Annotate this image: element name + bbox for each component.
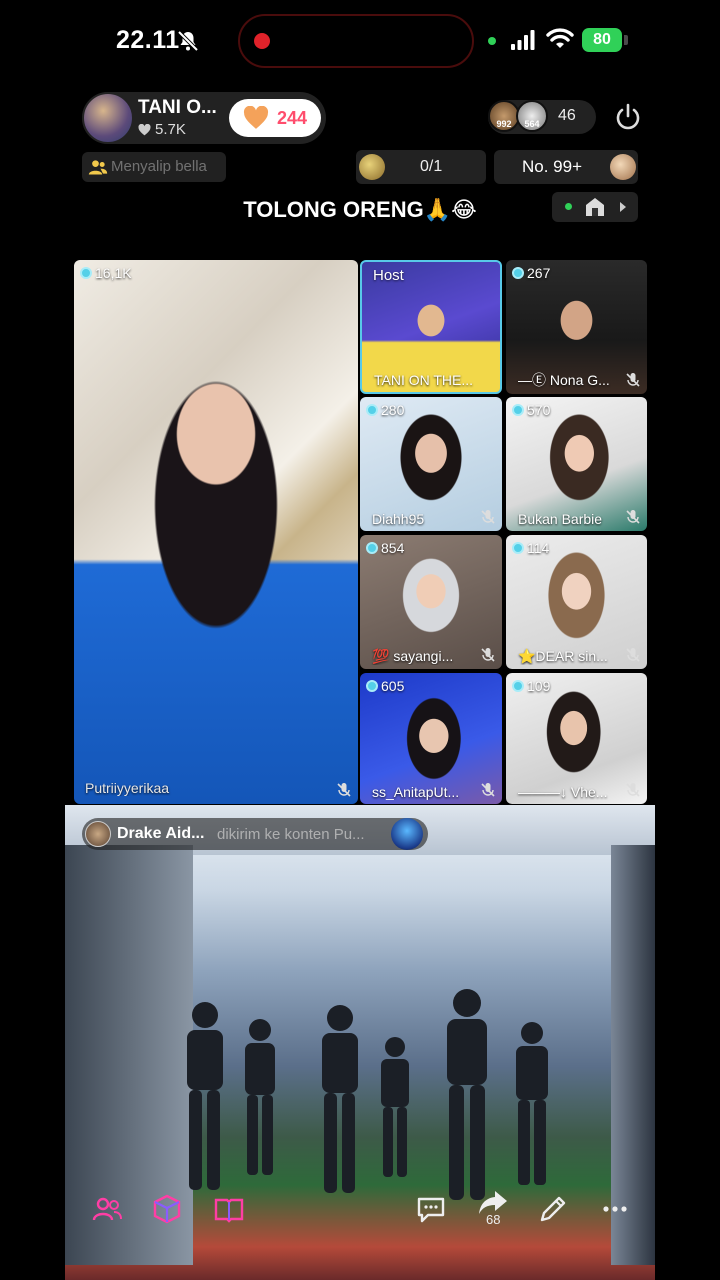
eye-icon <box>512 267 524 279</box>
guest-tile[interactable]: 109 ———↓ Vhe... <box>506 673 647 804</box>
power-icon[interactable] <box>612 101 644 133</box>
tile-name: Putriiyyerikaa <box>85 780 170 796</box>
like-button[interactable]: 244 <box>229 99 321 137</box>
heart-icon <box>243 106 269 129</box>
home-icon <box>586 198 604 216</box>
guest-tile[interactable]: 854 💯 sayangi... <box>360 535 502 669</box>
eye-icon <box>512 404 524 416</box>
mic-off-icon <box>626 648 640 662</box>
gift-icon <box>391 818 423 850</box>
tile-viewer-badge: 109 <box>512 678 550 694</box>
guest-tile-main[interactable]: 16,1K Putriiyyerikaa <box>74 260 358 804</box>
signal-icon <box>511 30 535 50</box>
comment-avatar[interactable] <box>85 821 111 847</box>
viewer-count[interactable]: 46 <box>558 107 576 125</box>
status-time: 22.11 <box>116 26 180 54</box>
live-status-dot <box>565 203 572 210</box>
mic-off-icon <box>626 510 640 524</box>
guest-tile[interactable]: 605 ss_AnitapUt... <box>360 673 502 804</box>
people-icon <box>88 160 108 175</box>
eye-icon <box>366 404 378 416</box>
more-icon[interactable] <box>598 1192 632 1226</box>
eye-icon <box>512 542 524 554</box>
battery-indicator: 80 <box>582 28 622 52</box>
tile-viewer-count: 605 <box>381 678 405 694</box>
tile-viewer-badge: 854 <box>366 540 404 556</box>
top-viewers[interactable]: 992 564 <box>488 100 550 134</box>
tile-viewer-count: 280 <box>381 402 405 418</box>
mic-off-icon <box>626 783 640 797</box>
tile-viewer-count: 570 <box>527 402 551 418</box>
battery-tip <box>624 35 628 45</box>
wifi-icon <box>546 28 574 48</box>
host-name[interactable]: TANI O... <box>138 97 217 119</box>
tile-name: TANI ON THE... <box>374 372 474 388</box>
host-likes: 5.7K <box>138 121 186 138</box>
host-tile-label: Host <box>373 267 404 284</box>
guest-tile[interactable]: 570 Bukan Barbie <box>506 397 647 531</box>
mic-off-icon <box>337 783 351 797</box>
privacy-indicator <box>488 37 496 45</box>
rank-value: 0/1 <box>420 158 443 175</box>
tile-viewer-count: 114 <box>527 540 550 556</box>
dynamic-island <box>238 14 474 68</box>
daily-rank-avatar <box>610 154 636 180</box>
mic-off-icon <box>481 510 495 524</box>
eye-icon <box>80 267 92 279</box>
guests-icon[interactable] <box>90 1192 124 1226</box>
tile-viewer-badge: 570 <box>512 402 550 418</box>
mic-off-icon <box>481 648 495 662</box>
guest-tile[interactable]: 280 Diahh95 <box>360 397 502 531</box>
daily-rank-label: No. 99+ <box>522 157 583 176</box>
host-tile[interactable]: Host TANI ON THE... <box>360 260 502 394</box>
comment-text: dikirim ke konten Pu... <box>217 826 365 843</box>
pencil-icon[interactable] <box>536 1192 570 1226</box>
tile-viewer-count: 109 <box>527 678 551 694</box>
recording-dot <box>254 33 270 49</box>
host-avatar[interactable] <box>82 92 134 144</box>
share-count: 68 <box>486 1212 501 1227</box>
eye-icon <box>366 680 378 692</box>
mic-off-icon <box>626 373 640 387</box>
chevron-right-icon <box>620 202 626 212</box>
comment-username[interactable]: Drake Aid... <box>117 825 204 843</box>
status-bar: 22.11 80 <box>0 0 720 80</box>
eye-icon <box>366 542 378 554</box>
tile-viewer-badge: 114 <box>512 540 549 556</box>
book-icon[interactable] <box>212 1192 246 1226</box>
top-viewer-avatar[interactable]: 564 <box>516 100 548 132</box>
tile-viewer-badge: 16,1K <box>80 265 132 281</box>
goal-text: Menyalip bella <box>111 158 207 175</box>
guest-tile[interactable]: 114 ⭐DEAR sin... <box>506 535 647 669</box>
bell-off-icon <box>177 30 199 52</box>
mic-off-icon <box>481 783 495 797</box>
eye-icon <box>512 680 524 692</box>
tile-viewer-badge: 605 <box>366 678 404 694</box>
host-likes-count: 5.7K <box>155 121 186 138</box>
tile-viewer-count: 854 <box>381 540 405 556</box>
tile-viewer-badge: 267 <box>512 265 550 281</box>
tile-viewer-count: 267 <box>527 265 551 281</box>
like-button-count: 244 <box>276 107 308 128</box>
cube-icon[interactable] <box>150 1192 184 1226</box>
tile-viewer-badge: 280 <box>366 402 404 418</box>
tile-viewer-count: 16,1K <box>95 265 132 281</box>
rank-icon <box>359 154 385 180</box>
guest-tile[interactable]: 267 —Ⓔ Nona G... <box>506 260 647 394</box>
heart-icon <box>138 123 151 135</box>
chat-icon[interactable] <box>414 1192 448 1226</box>
